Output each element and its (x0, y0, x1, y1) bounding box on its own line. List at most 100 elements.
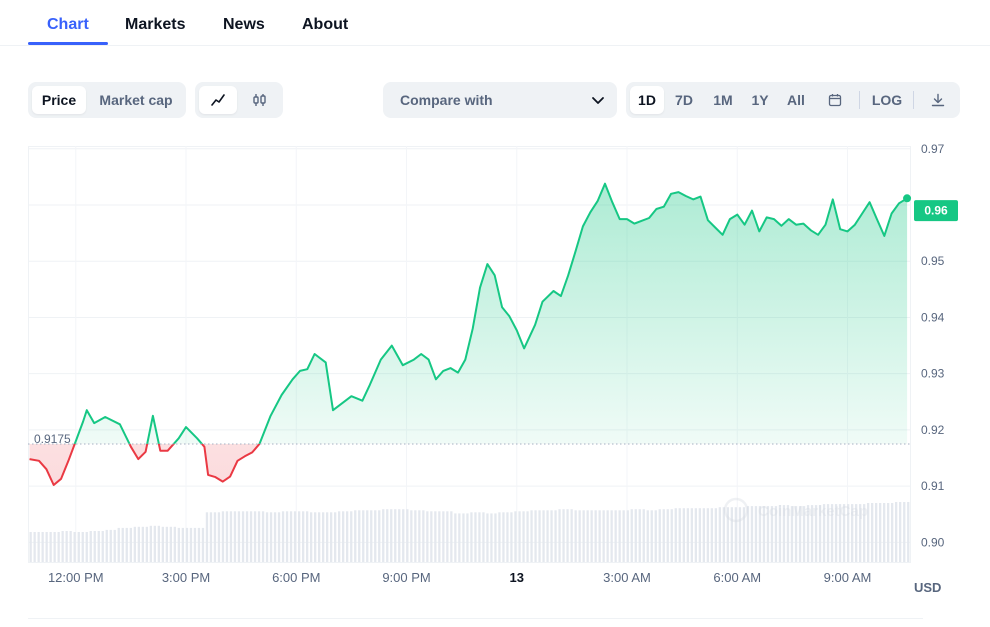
market-cap-button[interactable]: Market cap (90, 86, 182, 114)
volume-bar (273, 512, 277, 562)
volume-bar (466, 513, 469, 562)
volume-bar (654, 510, 657, 562)
volume-bar (289, 511, 293, 562)
volume-bar (281, 511, 285, 562)
tab-chart[interactable]: Chart (47, 16, 89, 34)
tab-news[interactable]: News (223, 16, 265, 34)
volume-bar (193, 527, 197, 562)
volume-bar (298, 511, 301, 562)
volume-bar (510, 512, 513, 562)
volume-bar (121, 527, 124, 562)
volume-bar (430, 511, 433, 562)
volume-bar (606, 510, 609, 562)
volume-bar (470, 512, 473, 562)
volume-bar (714, 508, 717, 562)
candlestick-button[interactable] (241, 86, 279, 114)
volume-bar (209, 512, 213, 562)
volume-bar (245, 511, 249, 562)
volume-bar (750, 506, 754, 562)
volume-bar (81, 532, 84, 562)
range-1m-button[interactable]: 1M (704, 86, 742, 114)
volume-bar (105, 529, 108, 562)
volume-bar (261, 511, 265, 562)
volume-bar (899, 502, 902, 562)
volume-bar (562, 509, 565, 562)
volume-bar (450, 511, 453, 562)
volume-bar (77, 532, 80, 562)
volume-bar (41, 532, 44, 562)
volume-bar (598, 510, 601, 562)
y-tick-label: 0.91 (921, 479, 945, 493)
volume-bar (362, 510, 365, 562)
volume-bar (666, 509, 669, 562)
volume-bar (406, 509, 409, 562)
volume-bar (221, 511, 225, 562)
range-1d-button[interactable]: 1D (630, 86, 664, 114)
volume-bar (69, 531, 72, 562)
volume-bar (133, 526, 136, 562)
volume-bar (285, 511, 289, 562)
volume-bar (350, 511, 353, 562)
volume-bar (241, 511, 245, 562)
volume-bar (306, 511, 309, 562)
volume-bar (738, 507, 742, 562)
volume-bar (542, 510, 545, 562)
range-all-button[interactable]: All (779, 86, 813, 114)
y-tick-label: 0.93 (921, 367, 945, 381)
volume-bar (165, 526, 168, 562)
bottom-divider (28, 618, 923, 619)
volume-bar (129, 527, 132, 562)
volume-bar (518, 511, 521, 562)
watermark-text: CoinMarketCap (758, 503, 868, 520)
volume-bar (546, 510, 549, 562)
volume-bar (49, 532, 52, 562)
volume-bar (109, 529, 112, 562)
watermark: CoinMarketCap (723, 497, 868, 523)
volume-bar (526, 511, 529, 562)
tab-markets[interactable]: Markets (125, 16, 185, 34)
range-1y-button[interactable]: 1Y (744, 86, 776, 114)
price-chart[interactable]: CoinMarketCap 0.9175 0.97 0.96 0.95 0.94 0.9… (0, 140, 990, 627)
volume-bar (538, 510, 541, 562)
download-button[interactable] (924, 86, 952, 114)
x-tick-label: 3:00 PM (162, 570, 210, 585)
volume-bar (626, 510, 629, 562)
x-tick-label: 6:00 PM (272, 570, 320, 585)
volume-bar (117, 527, 120, 562)
chart-type-toggle (195, 82, 283, 118)
price-area-above (74, 183, 908, 444)
price-button[interactable]: Price (32, 86, 86, 114)
calendar-icon (828, 94, 842, 107)
volume-bar (710, 508, 713, 562)
compare-with-dropdown[interactable]: Compare with (383, 82, 617, 118)
volume-bar (249, 511, 253, 562)
y-tick-label: 0.92 (921, 423, 945, 437)
volume-bar (61, 531, 64, 562)
volume-bar (153, 525, 156, 562)
x-tick-label: 12:00 PM (48, 570, 104, 585)
current-price-dot (903, 194, 912, 203)
volume-bar (173, 526, 176, 562)
volume-bar (85, 532, 88, 562)
volume-bar (486, 513, 489, 562)
tab-about[interactable]: About (302, 16, 348, 34)
volume-bar (754, 506, 758, 562)
volume-bar (734, 507, 737, 562)
volume-bar (678, 508, 681, 562)
volume-bar (157, 525, 160, 562)
volume-bar (590, 510, 593, 562)
volume-bar (586, 510, 589, 562)
x-axis: 12:00 PM 3:00 PM 6:00 PM 9:00 PM 13 3:00 AM 6:… (48, 570, 871, 585)
volume-bar (582, 510, 585, 562)
volume-bar (422, 510, 425, 562)
log-scale-button[interactable]: LOG (868, 86, 906, 114)
range-7d-button[interactable]: 7D (667, 86, 701, 114)
current-price-value: 0.96 (924, 204, 948, 218)
volume-bar (642, 509, 645, 562)
volume-bar (386, 509, 389, 562)
volume-bar (189, 527, 193, 562)
line-chart-button[interactable] (199, 86, 237, 114)
calendar-button[interactable] (821, 86, 849, 114)
volume-bar (907, 502, 910, 562)
volume-bar (871, 503, 874, 562)
